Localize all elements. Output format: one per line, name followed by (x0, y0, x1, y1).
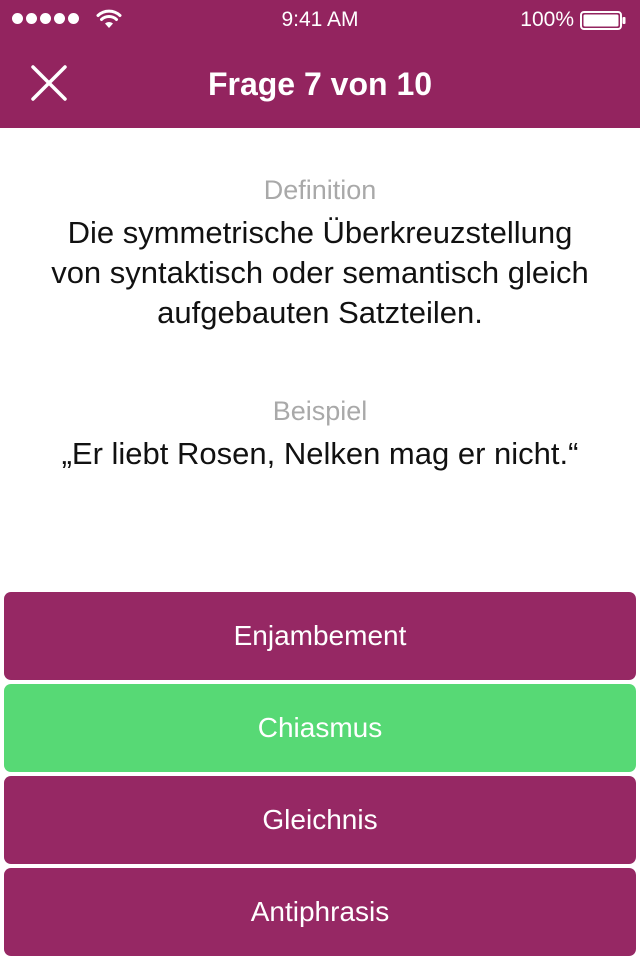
answer-button-antiphrasis[interactable]: Antiphrasis (4, 868, 636, 956)
answer-label: Antiphrasis (250, 896, 390, 927)
page-title: Frage 7 von 10 (207, 66, 433, 102)
answer-label: Gleichnis (262, 804, 378, 835)
definition-text: Die symmetrische Überkreuzstellung von s… (51, 215, 589, 330)
nav-bar: Frage 7 von 10 (0, 40, 640, 128)
example-text: „Er liebt Rosen, Nelken mag er nicht.“ (61, 436, 579, 471)
example-label: Beispiel (272, 396, 368, 426)
answer-label: Enjambement (233, 620, 407, 651)
definition-label: Definition (263, 175, 377, 205)
answer-label: Chiasmus (257, 712, 383, 743)
battery-percentage: 100% (520, 8, 574, 31)
answer-button-chiasmus[interactable]: Chiasmus (4, 684, 636, 772)
answer-button-enjambement[interactable]: Enjambement (4, 592, 636, 680)
battery-icon (580, 11, 626, 30)
header: 9:41 AM 100% Frage 7 von 10 (0, 0, 640, 128)
status-bar: 9:41 AM 100% (0, 0, 640, 40)
answer-button-gleichnis[interactable]: Gleichnis (4, 776, 636, 864)
